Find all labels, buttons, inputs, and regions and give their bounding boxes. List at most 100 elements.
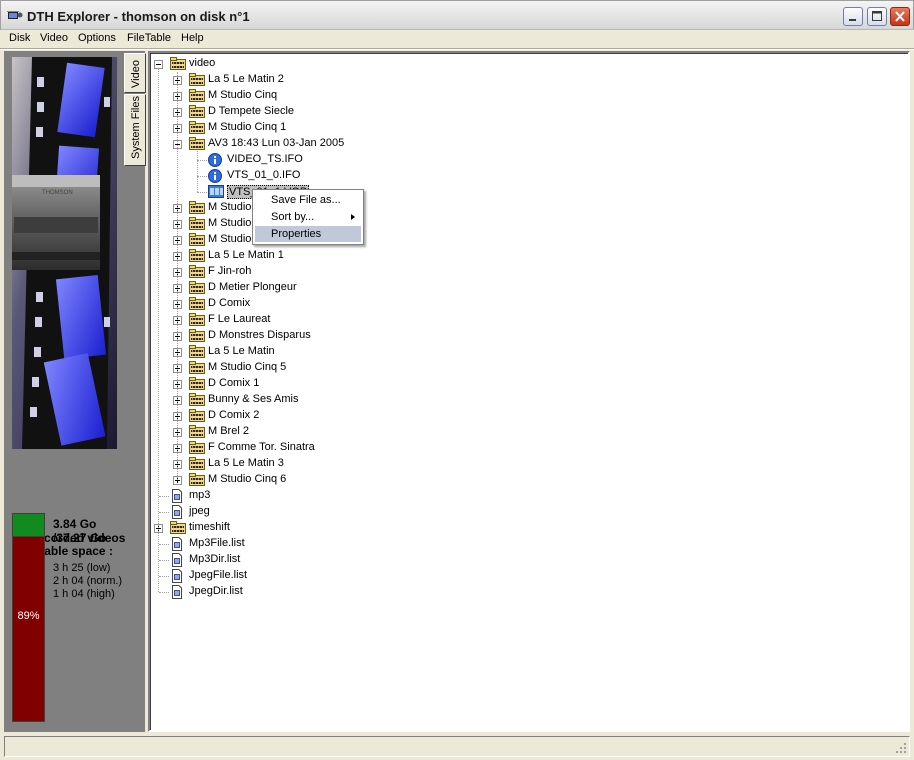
list-file-icon — [172, 505, 182, 519]
status-bar — [4, 736, 910, 757]
collapse-icon[interactable] — [154, 60, 163, 69]
tree-node-label: La 5 Le Matin — [208, 345, 275, 357]
video-file-icon — [208, 185, 224, 198]
video-folder-icon — [189, 313, 205, 326]
tree-node-video-item[interactable]: D Comix — [150, 296, 890, 312]
tree-node-label: JpegFile.list — [189, 569, 248, 581]
menu-separator — [0, 48, 914, 50]
tree-node-root-item[interactable]: Mp3Dir.list — [150, 552, 890, 568]
video-folder-icon — [170, 57, 186, 70]
tab-system-files[interactable]: System Files — [124, 94, 146, 166]
tree-node-root-item[interactable]: JpegFile.list — [150, 568, 890, 584]
tree-connector — [159, 544, 169, 545]
tree-node-label: D Comix 2 — [208, 409, 260, 421]
info-file-icon — [208, 153, 222, 167]
tree-connector — [197, 176, 207, 177]
tree-node-video-item[interactable]: D Metier Plongeur — [150, 280, 890, 296]
video-folder-icon — [189, 73, 205, 86]
tree-node-root-item[interactable]: jpeg — [150, 504, 890, 520]
tree-node-label: M Studio Cinq 6 — [208, 473, 287, 485]
video-folder-icon — [189, 361, 205, 374]
tree-node-video-item[interactable]: La 5 Le Matin 3 — [150, 456, 890, 472]
tree-node-video-item[interactable]: D Tempete Siecle — [150, 104, 890, 120]
close-button[interactable] — [890, 7, 910, 26]
menu-video[interactable]: Video — [40, 32, 68, 44]
remaining-durations: 3 h 25 (low) 2 h 04 (norm.) 1 h 04 (high… — [53, 562, 122, 601]
duration-low: 3 h 25 (low) — [53, 562, 111, 574]
tree-node-root-item[interactable]: Mp3File.list — [150, 536, 890, 552]
tree-node-video-item[interactable]: La 5 Le Matin — [150, 344, 890, 360]
resize-grip-icon[interactable] — [895, 742, 907, 754]
list-file-icon — [172, 553, 182, 567]
tree-node-expanded-video[interactable]: AV3 18:43 Lun 03-Jan 2005 — [150, 136, 890, 152]
tree-node-label: Mp3Dir.list — [189, 553, 241, 565]
tree-node-root-item[interactable]: JpegDir.list — [150, 584, 890, 600]
list-file-icon — [172, 585, 182, 599]
tree-node-video-item[interactable]: D Comix 1 — [150, 376, 890, 392]
tree-node-label: Mp3File.list — [189, 537, 245, 549]
video-folder-icon — [189, 201, 205, 214]
tree-node-video-item[interactable]: F Jin-roh — [150, 264, 890, 280]
tree-node-root-item[interactable]: mp3 — [150, 488, 890, 504]
tree-connector — [177, 72, 178, 480]
tree-connector — [197, 192, 207, 193]
info-file-icon — [208, 169, 222, 183]
tree-connector — [159, 512, 169, 513]
video-folder-icon — [189, 409, 205, 422]
video-folder-icon — [189, 425, 205, 438]
tree-node-label: M Studio Cinq — [208, 89, 278, 101]
maximize-button[interactable] — [867, 7, 887, 26]
disk-space-gauge: 89% — [12, 513, 45, 722]
tree-node-ifo-file[interactable]: VIDEO_TS.IFO — [150, 152, 890, 168]
tree-node-video-item[interactable]: M Studio Cinq 5 — [150, 360, 890, 376]
menu-help[interactable]: Help — [181, 32, 204, 44]
tree-node-label: La 5 Le Matin 3 — [208, 457, 284, 469]
tree-node-video[interactable]: video — [150, 56, 890, 72]
tree-node-label: F Le Laureat — [208, 313, 271, 325]
tree-node-video-item[interactable]: La 5 Le Matin 2 — [150, 72, 890, 88]
tree-node-label: La 5 Le Matin 2 — [208, 73, 284, 85]
menu-options[interactable]: Options — [78, 32, 116, 44]
video-folder-icon — [189, 217, 205, 230]
file-tree[interactable]: video La 5 Le Matin 2 M Studio Cinq D Tempe… — [148, 51, 910, 732]
tree-node-label: AV3 18:43 Lun 03-Jan 2005 — [208, 137, 345, 149]
submenu-arrow-icon — [351, 214, 355, 220]
tree-node-video-item[interactable]: D Monstres Disparus — [150, 328, 890, 344]
tree-node-video-item[interactable]: F Le Laureat — [150, 312, 890, 328]
menu-sort-by[interactable]: Sort by... — [255, 209, 361, 225]
video-folder-icon — [189, 473, 205, 486]
video-folder-icon — [170, 521, 186, 534]
minimize-icon — [849, 19, 856, 21]
tree-node-label: D Monstres Disparus — [208, 329, 311, 341]
tree-node-ifo-file[interactable]: VTS_01_0.IFO — [150, 168, 890, 184]
duration-high: 1 h 04 (high) — [53, 588, 115, 600]
menu-save-file-as[interactable]: Save File as... — [255, 192, 361, 208]
tree-node-video-item[interactable]: F Comme Tor. Sinatra — [150, 440, 890, 456]
tree-node-video-item[interactable]: Bunny & Ses Amis — [150, 392, 890, 408]
menu-properties[interactable]: Properties — [255, 226, 361, 242]
minimize-button[interactable] — [843, 7, 863, 26]
film-reel-icon[interactable] — [7, 9, 23, 22]
total-space-value: /37.27 Go — [53, 531, 107, 545]
tree-node-root-item[interactable]: timeshift — [150, 520, 890, 536]
list-file-icon — [172, 489, 182, 503]
tree-node-video-item[interactable]: M Studio Cinq — [150, 88, 890, 104]
tab-video[interactable]: Video — [124, 53, 146, 93]
tree-node-label: M Brel 2 — [208, 425, 249, 437]
video-folder-icon — [189, 249, 205, 262]
tree-node-video-item[interactable]: La 5 Le Matin 1 — [150, 248, 890, 264]
list-file-icon — [172, 537, 182, 551]
menu-disk[interactable]: Disk — [9, 32, 30, 44]
tree-node-video-item[interactable]: D Comix 2 — [150, 408, 890, 424]
video-folder-icon — [189, 281, 205, 294]
tree-node-video-item[interactable]: M Studio Cinq 1 — [150, 120, 890, 136]
tree-node-label: video — [189, 57, 216, 69]
tree-node-video-item[interactable]: M Brel 2 — [150, 424, 890, 440]
video-folder-icon — [189, 233, 205, 246]
tree-node-label: D Metier Plongeur — [208, 281, 297, 293]
list-file-icon — [172, 569, 182, 583]
duration-norm: 2 h 04 (norm.) — [53, 575, 123, 587]
tree-node-label: F Comme Tor. Sinatra — [208, 441, 315, 453]
menu-filetable[interactable]: FileTable — [127, 32, 171, 44]
tree-node-video-item[interactable]: M Studio Cinq 6 — [150, 472, 890, 488]
